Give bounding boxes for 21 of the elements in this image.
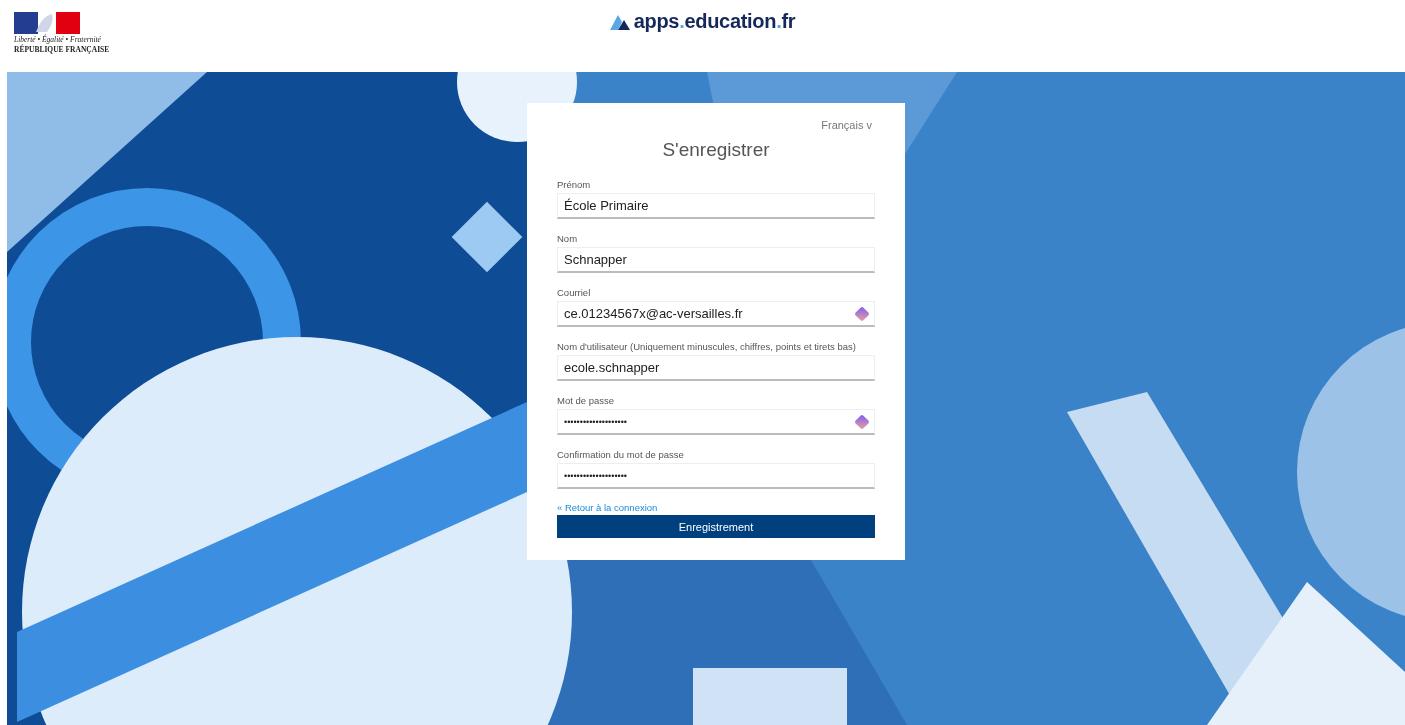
input-field[interactable]: Schnapper — [557, 247, 875, 273]
input-field[interactable]: ce.01234567x@ac-versailles.fr — [557, 301, 875, 327]
mountain-logo-icon — [609, 13, 630, 30]
form-title: S'enregistrer — [661, 139, 771, 161]
back-link[interactable]: « Retour à la connexion — [557, 502, 658, 513]
input-field[interactable]: ecole.schnapper — [557, 355, 875, 381]
field-label: Nom — [557, 233, 579, 244]
password-field[interactable]: •••••••••••••••••••• — [557, 409, 875, 435]
password-field[interactable]: •••••••••••••••••••• — [557, 463, 875, 489]
register-button[interactable]: Enregistrement — [557, 515, 875, 538]
field-label: Courriel — [557, 287, 592, 298]
field-label: Nom d'utilisateur (Uniquement minuscules, chiffres, points et tirets bas) — [557, 341, 857, 352]
diamond-icon[interactable] — [853, 413, 871, 431]
flag-emblem-icon — [14, 12, 80, 34]
brand-name: apps.education.fr — [633, 10, 796, 33]
field-label: Confirmation du mot de passe — [557, 449, 685, 460]
diamond-icon[interactable] — [853, 305, 871, 323]
field-label: Prénom — [557, 179, 592, 190]
language-selector[interactable]: Français v — [821, 119, 872, 131]
field-label: Mot de passe — [557, 395, 616, 406]
input-field[interactable]: École Primaire — [557, 193, 875, 219]
